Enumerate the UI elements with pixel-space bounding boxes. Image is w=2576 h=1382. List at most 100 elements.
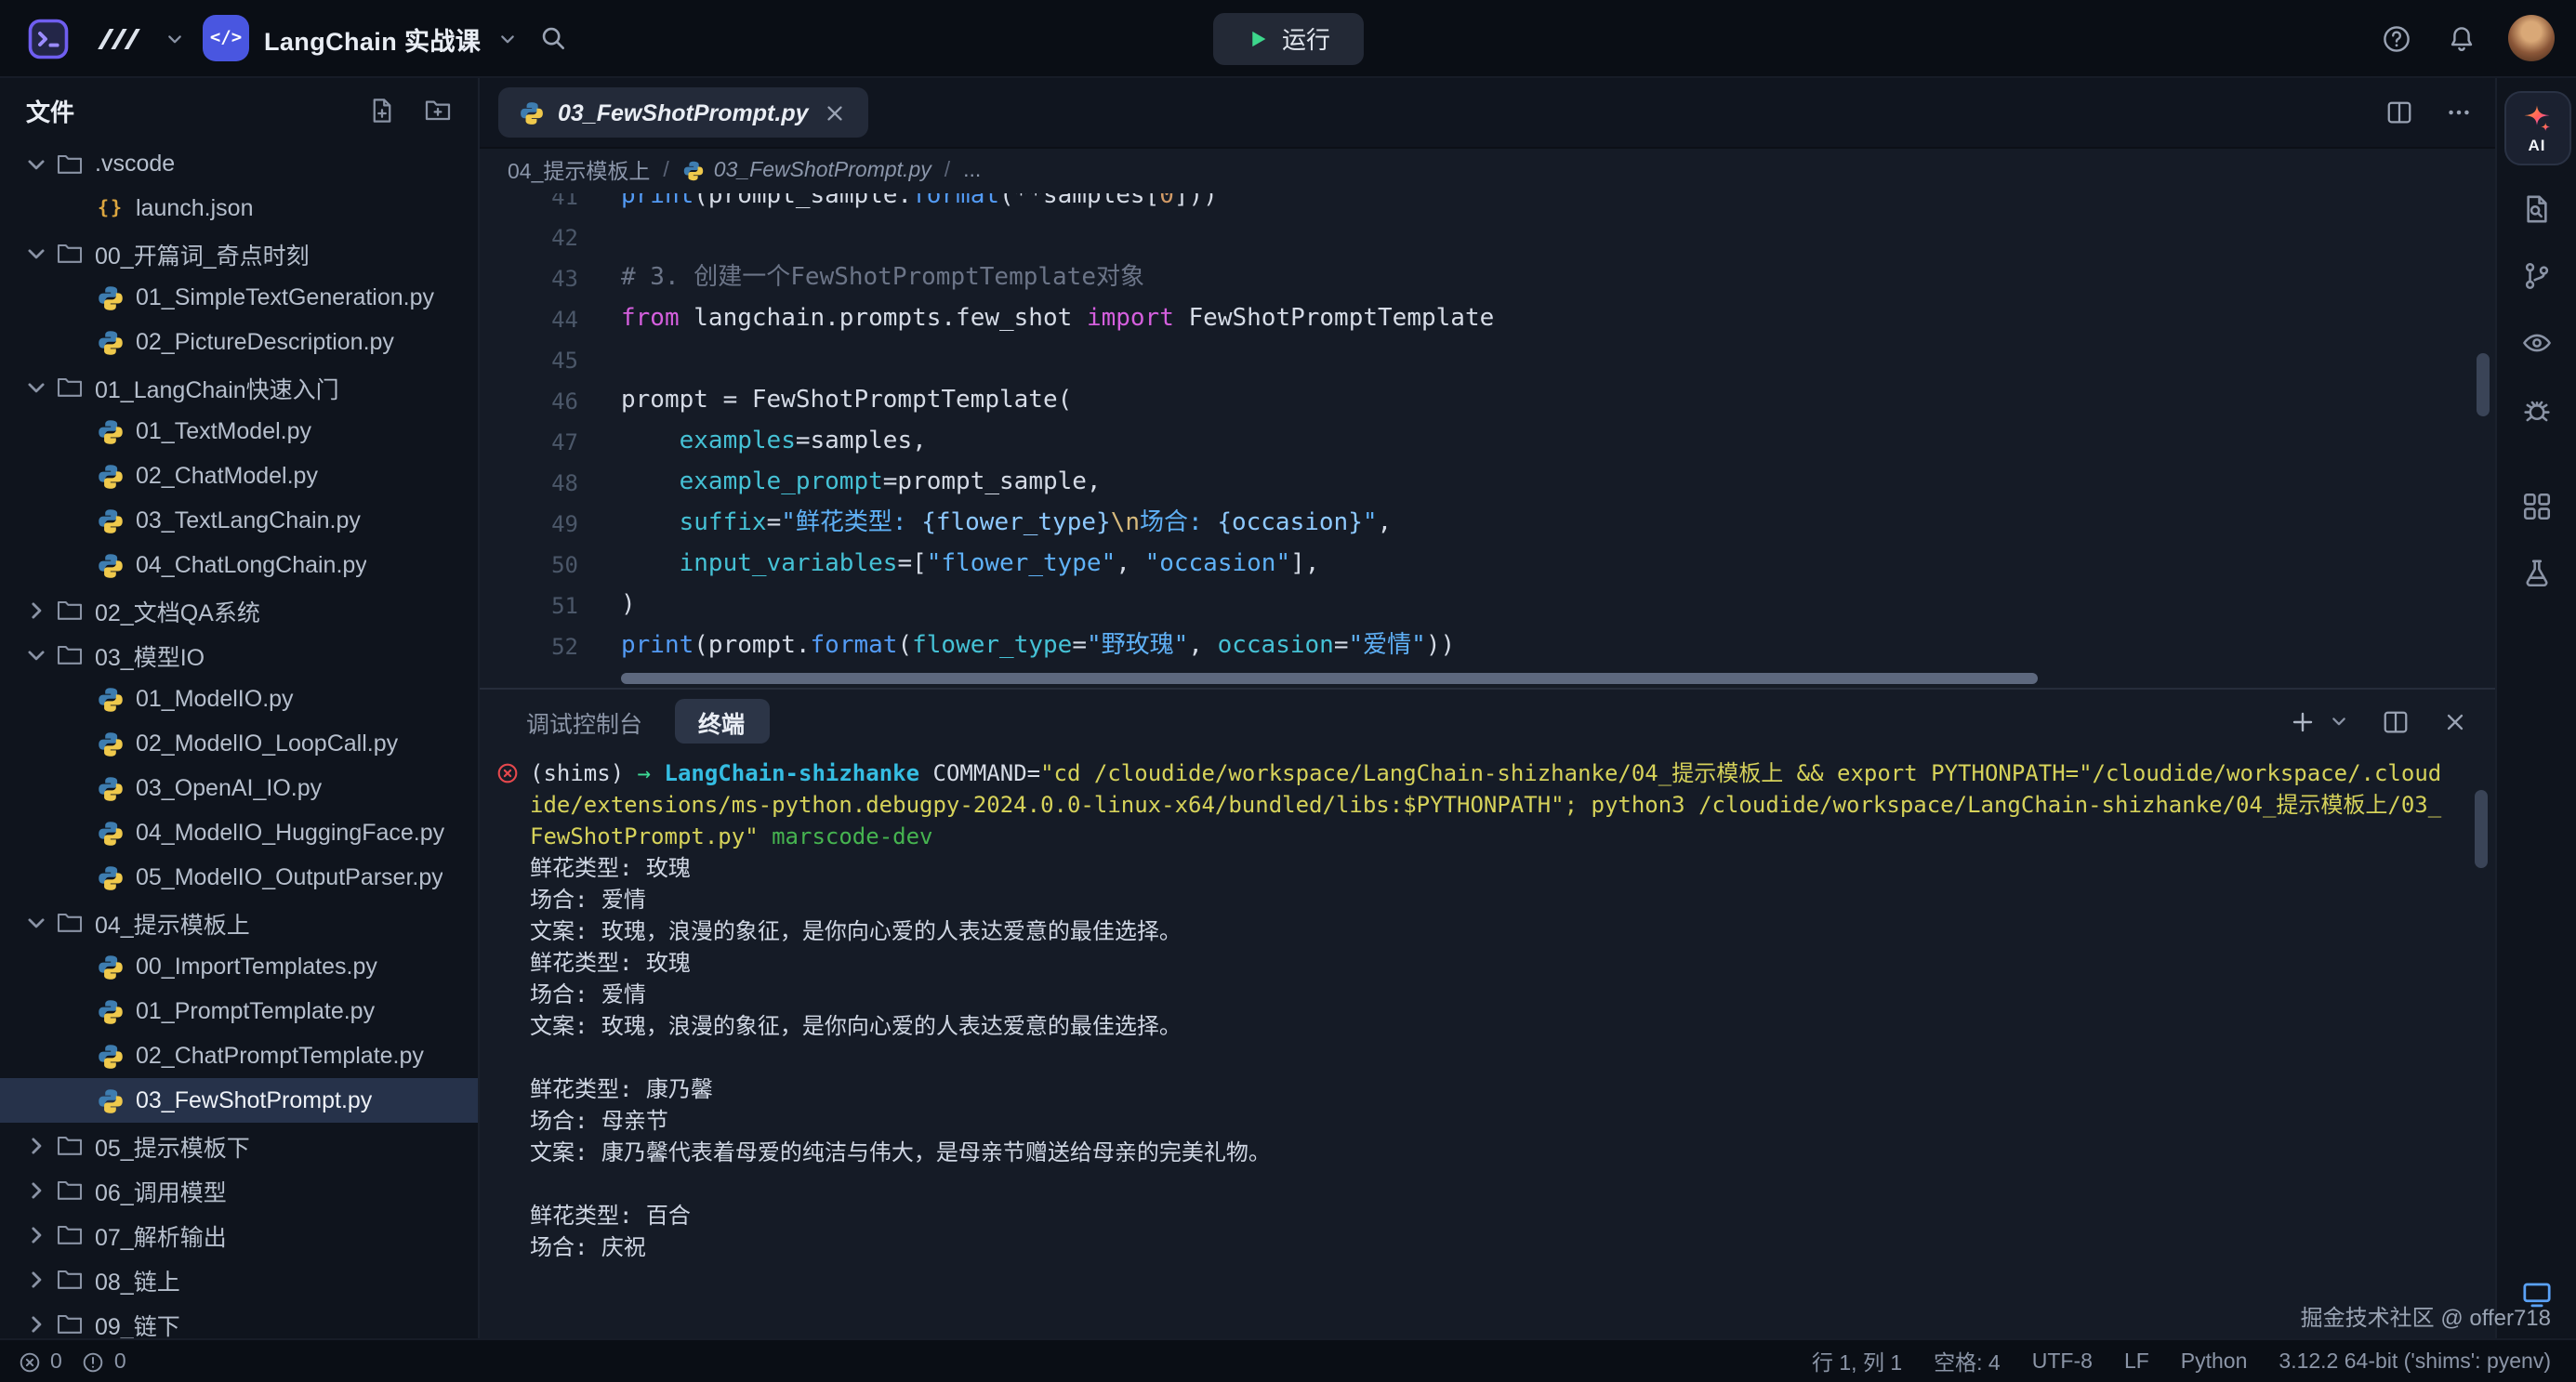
tree-file[interactable]: 02_ChatModel.py	[0, 454, 478, 498]
breadcrumb-file[interactable]: 03_FewShotPrompt.py	[682, 160, 931, 182]
new-folder-button[interactable]	[420, 92, 456, 127]
breadcrumb-file-label: 03_FewShotPrompt.py	[714, 160, 931, 182]
tree-file[interactable]: 03_OpenAI_IO.py	[0, 766, 478, 810]
tree-folder[interactable]: 07_解析输出	[0, 1212, 478, 1257]
tree-file[interactable]: 02_PictureDescription.py	[0, 320, 478, 364]
code-editor[interactable]: 41print(prompt_sample.format(**samples[0…	[480, 193, 2495, 669]
code-line: 48 example_prompt=prompt_sample,	[480, 463, 2495, 504]
breadcrumb-folder[interactable]: 04_提示模板上	[508, 156, 650, 186]
code-line: 52print(prompt.format(flower_type="野玫瑰",…	[480, 626, 2495, 667]
editor-tab[interactable]: 03_FewShotPrompt.py	[498, 87, 868, 138]
new-file-button[interactable]	[364, 92, 400, 127]
status-item[interactable]: UTF-8	[2032, 1350, 2093, 1373]
terminal-vertical-scrollbar[interactable]	[2475, 790, 2488, 868]
panel-tab-terminal[interactable]: 终端	[674, 699, 769, 744]
app-menu-button[interactable]	[22, 12, 74, 64]
terminal-dropdown-button[interactable]	[2324, 706, 2354, 736]
tree-file[interactable]: 03_TextLangChain.py	[0, 498, 478, 543]
flask-icon	[2521, 558, 2553, 589]
editor-more-button[interactable]	[2441, 95, 2477, 130]
code-line: 44from langchain.prompts.few_shot import…	[480, 299, 2495, 340]
editor-vertical-scrollbar[interactable]	[2477, 353, 2490, 416]
status-item[interactable]: 空格: 4	[1934, 1347, 2001, 1376]
tree-item-label: 02_ModelIO_LoopCall.py	[136, 730, 398, 757]
tree-file[interactable]: 04_ChatLongChain.py	[0, 543, 478, 587]
problems-indicator[interactable]: 0 0	[19, 1350, 138, 1373]
extensions-button[interactable]	[2505, 478, 2569, 535]
notifications-button[interactable]	[2443, 20, 2480, 57]
tree-item-label: 02_ChatPromptTemplate.py	[136, 1043, 424, 1069]
split-terminal-button[interactable]	[2378, 704, 2413, 739]
watermark: 掘金技术社区 @ offer718	[2301, 1301, 2551, 1333]
tree-folder[interactable]: 01_LangChain快速入门	[0, 364, 478, 409]
search-button[interactable]	[535, 20, 570, 56]
tree-file[interactable]: {}launch.json	[0, 186, 478, 230]
help-button[interactable]	[2378, 20, 2415, 57]
preview-button[interactable]	[2505, 314, 2569, 372]
tree-file[interactable]: 01_SimpleTextGeneration.py	[0, 275, 478, 320]
status-item[interactable]: Python	[2181, 1350, 2248, 1373]
tab-close-button[interactable]	[822, 99, 848, 125]
split-editor-button[interactable]	[2382, 95, 2417, 130]
terminal[interactable]: (shims) → LangChain-shizhanke COMMAND="c…	[480, 753, 2495, 1338]
code-line: 49 suffix="鲜花类型: {flower_type}\n场合: {occ…	[480, 504, 2495, 545]
tree-file[interactable]: 01_ModelIO.py	[0, 677, 478, 721]
chevron-down-icon[interactable]	[164, 27, 186, 49]
file-search-button[interactable]	[2505, 180, 2569, 238]
python-icon	[97, 551, 125, 579]
tree-file[interactable]: 05_ModelIO_OutputParser.py	[0, 855, 478, 900]
tree-item-label: 03_模型IO	[95, 637, 205, 672]
breadcrumb-more[interactable]: ...	[963, 160, 981, 182]
tree-folder[interactable]: 03_模型IO	[0, 632, 478, 677]
debug-button[interactable]	[2505, 381, 2569, 439]
status-item[interactable]: 行 1, 列 1	[1812, 1347, 1902, 1376]
python-icon	[97, 953, 125, 981]
tree-folder[interactable]: 09_链下	[0, 1301, 478, 1338]
line-number: 48	[480, 463, 602, 504]
folder-icon	[56, 908, 84, 936]
tree-folder[interactable]: .vscode	[0, 141, 478, 186]
terminal-output-line: 场合: 母亲节	[530, 1106, 2454, 1138]
tree-item-label: 04_ModelIO_HuggingFace.py	[136, 820, 444, 846]
file-explorer: 文件 .vscode{}launch.json00_开篇词_奇点时刻01_Sim…	[0, 78, 480, 1338]
tree-file[interactable]: 00_ImportTemplates.py	[0, 944, 478, 989]
tree-file[interactable]: 01_PromptTemplate.py	[0, 989, 478, 1033]
tree-folder[interactable]: 02_文档QA系统	[0, 587, 478, 632]
tree-folder[interactable]: 05_提示模板下	[0, 1123, 478, 1167]
tree-file[interactable]: 03_FewShotPrompt.py	[0, 1078, 478, 1123]
code-line: 51)	[480, 586, 2495, 626]
horizontal-scrollbar-thumb[interactable]	[621, 673, 2038, 684]
tree-item-label: 07_解析输出	[95, 1217, 227, 1252]
tree-file[interactable]: 02_ModelIO_LoopCall.py	[0, 721, 478, 766]
terminal-output-line: 场合: 爱情	[530, 980, 2454, 1011]
tree-folder[interactable]: 00_开篇词_奇点时刻	[0, 230, 478, 275]
tree-item-label: 01_SimpleTextGeneration.py	[136, 284, 434, 310]
source-control-button[interactable]	[2505, 247, 2569, 305]
marscode-logo-button[interactable]	[91, 20, 147, 57]
help-icon	[2382, 23, 2411, 53]
close-panel-button[interactable]	[2437, 704, 2473, 739]
new-terminal-button[interactable]	[2285, 704, 2320, 739]
tree-item-label: 04_提示模板上	[95, 904, 250, 940]
testing-button[interactable]	[2505, 545, 2569, 602]
run-button[interactable]: 运行	[1213, 12, 1364, 64]
tree-folder[interactable]: 04_提示模板上	[0, 900, 478, 944]
chevron-down-icon	[2328, 710, 2350, 732]
panel-tab-debug-console[interactable]: 调试控制台	[502, 699, 667, 744]
tree-folder[interactable]: 06_调用模型	[0, 1167, 478, 1212]
tree-file[interactable]: 01_TextModel.py	[0, 409, 478, 454]
ai-assistant-button[interactable]: AI	[2503, 91, 2570, 165]
workspace-selector[interactable]: </> LangChain 实战课	[203, 15, 518, 61]
tree-folder[interactable]: 08_链上	[0, 1257, 478, 1301]
user-avatar[interactable]	[2508, 15, 2555, 61]
status-item[interactable]: LF	[2124, 1350, 2149, 1373]
folder-icon	[56, 150, 84, 178]
python-icon	[97, 283, 125, 311]
line-number: 44	[480, 299, 602, 340]
tree-item-label: 01_TextModel.py	[136, 418, 311, 444]
status-item[interactable]: 3.12.2 64-bit ('shims': pyenv)	[2279, 1350, 2551, 1373]
tree-file[interactable]: 04_ModelIO_HuggingFace.py	[0, 810, 478, 855]
warning-count: 0	[114, 1350, 126, 1373]
tree-file[interactable]: 02_ChatPromptTemplate.py	[0, 1033, 478, 1078]
code-line: 46prompt = FewShotPromptTemplate(	[480, 381, 2495, 422]
